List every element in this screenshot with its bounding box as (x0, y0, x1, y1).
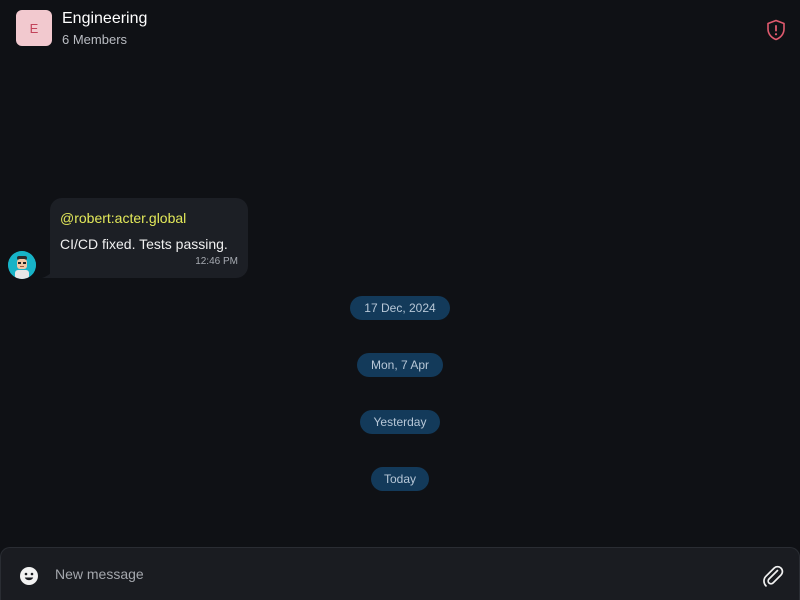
date-separator: Mon, 7 Apr (357, 353, 443, 377)
sender-avatar[interactable] (8, 251, 36, 279)
paperclip-icon[interactable] (761, 564, 785, 588)
message-composer (0, 547, 800, 600)
message-text: CI/CD fixed. Tests passing. (60, 236, 228, 252)
date-separator: Yesterday (360, 410, 440, 434)
date-separator: Today (371, 467, 429, 491)
room-member-count[interactable]: 6 Members (62, 32, 127, 47)
message-time: 12:46 PM (195, 256, 238, 267)
room-avatar[interactable]: E (16, 10, 52, 46)
message-input[interactable] (53, 560, 737, 588)
message-sender[interactable]: @robert:acter.global (60, 210, 186, 226)
room-header: E Engineering 6 Members (0, 0, 800, 58)
message-bubble[interactable]: @robert:acter.global CI/CD fixed. Tests … (50, 198, 248, 278)
date-separator: 17 Dec, 2024 (350, 296, 450, 320)
room-title[interactable]: Engineering (62, 10, 147, 28)
emoji-icon[interactable] (19, 566, 39, 586)
shield-alert-icon[interactable] (764, 18, 788, 42)
chat-room-screen: E Engineering 6 Members @robert:acter.gl… (0, 0, 800, 600)
